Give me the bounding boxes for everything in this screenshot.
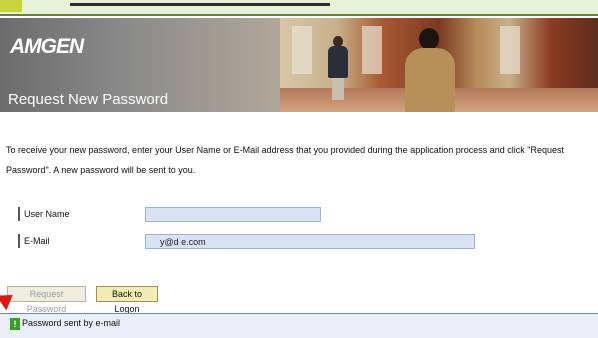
amgen-logo: AMGEN [10,35,84,58]
intro-text: To receive your new password, enter your… [6,145,564,175]
email-input[interactable] [145,234,475,249]
username-input[interactable] [145,207,321,222]
back-to-logon-button[interactable]: Back to Logon [96,286,158,314]
banner-person-walking [328,36,348,100]
banner-person-foreground [405,28,455,112]
success-icon: ! [10,318,20,330]
page-title: Request New Password [8,91,169,108]
top-strip-line [70,3,330,6]
message-text: Password sent by e-mail [22,318,121,328]
banner-window [500,26,520,74]
banner-window [292,26,312,74]
request-password-button[interactable]: Request Password [7,286,86,314]
email-label: E-Mail [24,236,50,246]
field-marker [18,207,20,221]
banner-window [362,26,382,74]
username-label: User Name [24,209,70,219]
field-marker [18,234,20,248]
top-strip-marker [0,0,22,12]
top-strip [0,0,598,16]
